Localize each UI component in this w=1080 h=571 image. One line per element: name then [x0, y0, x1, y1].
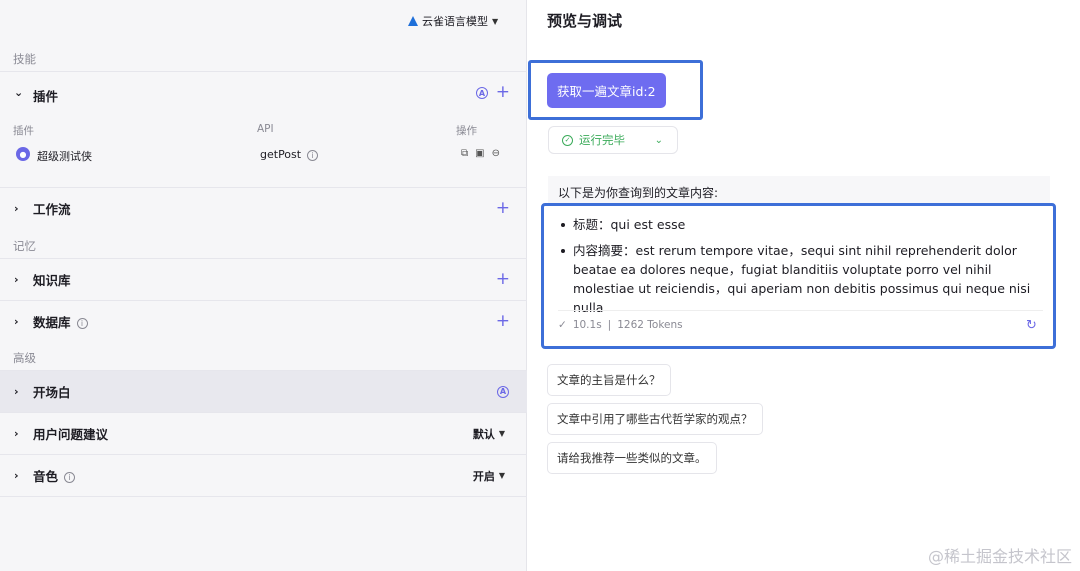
copy-icon[interactable]: ⧉: [461, 148, 468, 159]
plugin-col-ops: 操作: [456, 125, 477, 137]
answer-meta: ✓ 10.1s | 1262 Tokens: [558, 319, 683, 331]
answer-list: 标题：qui est esse 内容摘要：est rerum tempore v…: [558, 215, 1048, 324]
left-header: 云雀语言模型 ▼: [0, 0, 527, 42]
section-label-advanced: 高级: [13, 351, 36, 365]
model-logo-icon: [408, 16, 418, 26]
voice-row[interactable]: › 音色 i 开启 ▼: [0, 454, 527, 496]
add-plugin-icon[interactable]: +: [496, 84, 510, 101]
chevron-right-icon: ›: [14, 202, 19, 215]
run-status-toggle[interactable]: ✓ 运行完毕 ⌄: [548, 126, 678, 154]
model-picker[interactable]: 云雀语言模型 ▼: [408, 13, 498, 29]
check-circle-icon: ✓: [562, 134, 573, 146]
workflow-title: 工作流: [33, 202, 71, 217]
opening-row[interactable]: › 开场白 A: [0, 370, 527, 412]
chevron-down-icon[interactable]: ⌄: [14, 86, 23, 99]
database-title: 数据库 i: [33, 312, 88, 331]
suggested-question[interactable]: 文章的主旨是什么？: [547, 364, 671, 396]
chevron-right-icon: ›: [14, 385, 19, 398]
chevron-down-icon: ⌄: [654, 134, 663, 146]
info-icon[interactable]: i: [307, 149, 319, 161]
meta-separator: |: [607, 319, 612, 331]
auto-mode-icon[interactable]: A: [497, 385, 509, 398]
answer-tokens: 1262 Tokens: [617, 319, 683, 331]
answer-item: 标题：qui est esse: [558, 215, 1048, 234]
chevron-right-icon: ›: [14, 273, 19, 286]
voice-value: 开启: [472, 469, 495, 483]
answer-divider: [558, 310, 1043, 311]
run-status-text: 运行完毕: [579, 133, 625, 147]
info-icon[interactable]: i: [64, 472, 76, 483]
answer-item: 内容摘要：est rerum tempore vitae，sequi sint …: [558, 241, 1048, 317]
plugin-col-name: 插件: [13, 125, 34, 137]
suggestions-row[interactable]: › 用户问题建议 默认 ▼: [0, 412, 527, 454]
plugin-col-api: API: [257, 123, 274, 135]
divider: [0, 496, 527, 497]
auto-mode-icon[interactable]: A: [476, 87, 488, 99]
chevron-right-icon: ›: [14, 427, 19, 440]
knowledge-title: 知识库: [33, 273, 71, 288]
add-workflow-icon[interactable]: +: [496, 200, 510, 217]
plugin-row: ● 超级测试侠 getPost i ⧉ ▣ ⊖: [0, 146, 527, 164]
plugin-api: getPost i: [260, 148, 319, 161]
voice-title-text: 音色: [33, 469, 59, 484]
chevron-right-icon: ›: [14, 315, 19, 328]
database-title-text: 数据库: [33, 315, 71, 330]
suggested-question[interactable]: 请给我推荐一些类似的文章。: [547, 442, 717, 474]
suggestions-mode-value: 默认: [472, 427, 495, 441]
workflow-row[interactable]: › 工作流 +: [0, 187, 527, 229]
opening-title: 开场白: [33, 385, 71, 400]
model-name: 云雀语言模型: [422, 15, 488, 28]
voice-title: 音色 i: [33, 466, 76, 485]
plugin-ops: ⧉ ▣ ⊖: [461, 148, 500, 159]
info-icon[interactable]: i: [76, 318, 88, 329]
answer-intro: 以下是为你查询到的文章内容:: [548, 176, 1050, 204]
watermark: @稀土掘金技术社区: [927, 547, 1072, 566]
plugins-title: 插件: [33, 89, 59, 104]
chevron-right-icon: ›: [14, 469, 19, 482]
voice-toggle-select[interactable]: 开启 ▼: [473, 468, 505, 484]
plugin-api-name: getPost: [260, 148, 302, 161]
caret-down-icon: ▼: [492, 16, 499, 26]
preview-title: 预览与调试: [547, 12, 623, 30]
preview-panel: 预览与调试 获取一遍文章id:2 ✓ 运行完毕 ⌄ 以下是为你查询到的文章内容:…: [528, 0, 1080, 571]
user-message-bubble: 获取一遍文章id:2: [547, 73, 666, 108]
image-icon[interactable]: ▣: [475, 148, 484, 159]
plugin-avatar-icon: ●: [16, 147, 30, 161]
bot-config-panel: 云雀语言模型 ▼ 技能 ⌄ 插件 A + 插件 API 操作 ● 超级测试侠 g…: [0, 0, 527, 571]
database-row[interactable]: › 数据库 i +: [0, 300, 527, 342]
section-label-skills: 技能: [13, 52, 36, 66]
suggestions-mode-select[interactable]: 默认 ▼: [473, 426, 505, 442]
regenerate-icon[interactable]: ↻: [1026, 318, 1037, 333]
add-knowledge-icon[interactable]: +: [496, 271, 510, 288]
caret-down-icon: ▼: [498, 471, 505, 480]
suggested-question[interactable]: 文章中引用了哪些古代哲学家的观点？: [547, 403, 763, 435]
section-label-memory: 记忆: [13, 239, 36, 253]
suggestions-title: 用户问题建议: [33, 427, 109, 442]
remove-icon[interactable]: ⊖: [492, 148, 500, 159]
add-database-icon[interactable]: +: [496, 313, 510, 330]
caret-down-icon: ▼: [498, 429, 505, 438]
knowledge-row[interactable]: › 知识库 +: [0, 258, 527, 300]
done-check-icon: ✓: [558, 319, 567, 331]
answer-time: 10.1s: [572, 319, 602, 331]
plugin-name: 超级测试侠: [37, 150, 92, 163]
